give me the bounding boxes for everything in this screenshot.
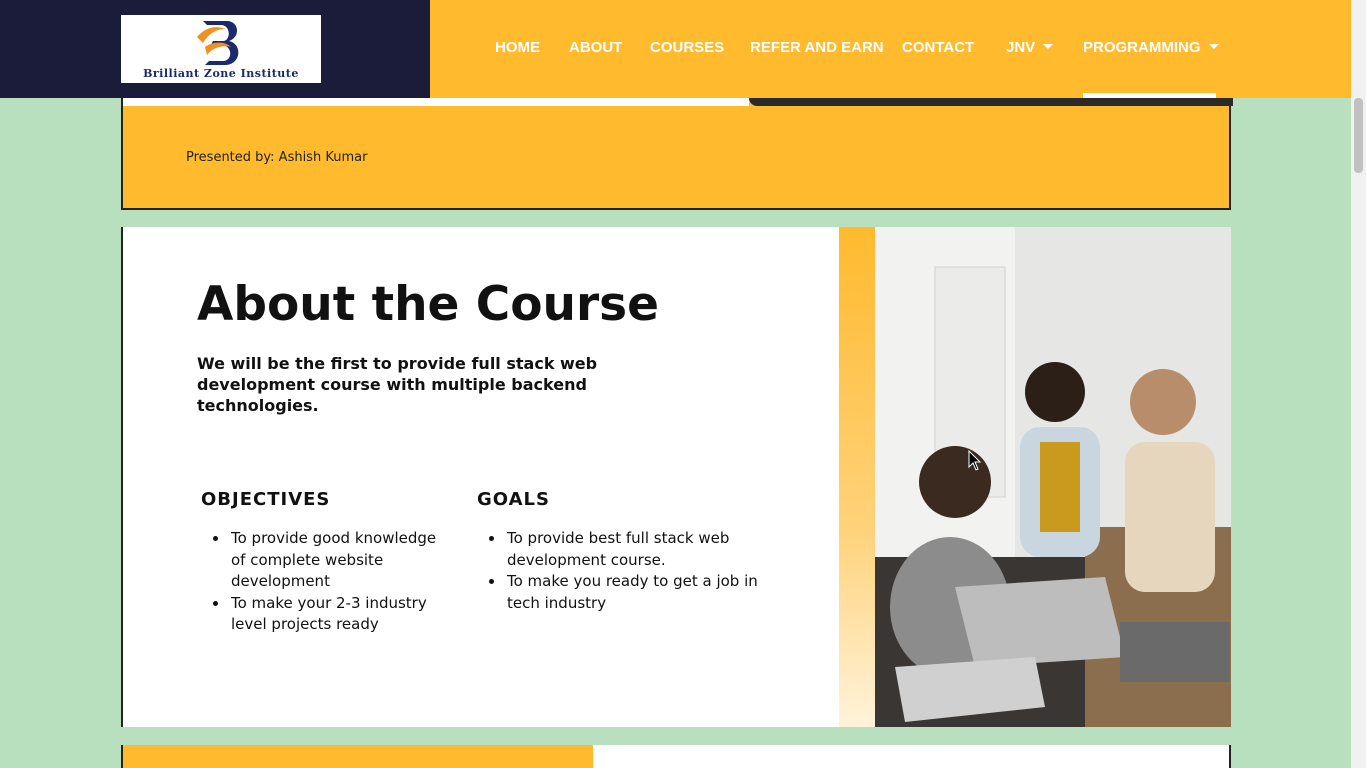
main-nav: HOME ABOUT COURSES REFER AND EARN CONTAC… [430,0,1351,98]
objective-item: To make your 2-3 industry level projects… [201,593,451,636]
goal-item: To provide best full stack web developme… [477,528,767,571]
nav-programming-label: PROGRAMMING [1083,39,1201,56]
goals-heading: GOALS [477,489,550,510]
nav-area: HOME ABOUT COURSES REFER AND EARN CONTAC… [430,0,1351,98]
nav-programming-dropdown[interactable]: PROGRAMMING [1083,39,1219,56]
page-scrollbar[interactable] [1351,0,1366,768]
goals-list: To provide best full stack web developme… [477,528,767,614]
accent-stripe [839,227,875,727]
slide-intro: We will be the first to provide full sta… [197,354,598,415]
slide-next [121,745,1231,768]
objectives-heading: OBJECTIVES [201,489,331,510]
slide1-photo-edge [749,98,1233,106]
nav-refer-and-earn[interactable]: REFER AND EARN [750,39,884,56]
site-header: Brilliant Zone Institute HOME ABOUT COUR… [0,0,1351,98]
scrollbar-thumb[interactable] [1354,98,1363,173]
nav-courses[interactable]: COURSES [650,39,724,56]
nav-jnv-dropdown[interactable]: JNV [1006,39,1054,56]
logo-text: Brilliant Zone Institute [143,67,299,80]
slide-title: About the Course [197,277,660,332]
slide3-accent [123,745,593,768]
students-photo [875,227,1231,727]
presented-by-text: Presented by: Ashish Kumar [186,150,368,165]
nav-about[interactable]: ABOUT [569,39,622,56]
objectives-list: To provide good knowledge of complete we… [201,528,451,636]
logo[interactable]: Brilliant Zone Institute [121,15,321,83]
mouse-cursor-icon [968,450,982,471]
objective-item: To provide good knowledge of complete we… [201,528,451,593]
nav-jnv-label: JNV [1006,39,1036,56]
active-nav-indicator [1083,93,1216,98]
logo-mark-icon [197,21,239,65]
caret-down-icon [1043,43,1054,49]
nav-home[interactable]: HOME [495,39,540,56]
goal-item: To make you ready to get a job in tech i… [477,571,767,614]
nav-contact[interactable]: CONTACT [902,39,974,56]
slide-about-course: About the Course We will be the first to… [121,227,1231,727]
caret-down-icon [1208,43,1219,49]
logo-area: Brilliant Zone Institute [0,0,430,98]
slide1-white-band [123,98,749,106]
